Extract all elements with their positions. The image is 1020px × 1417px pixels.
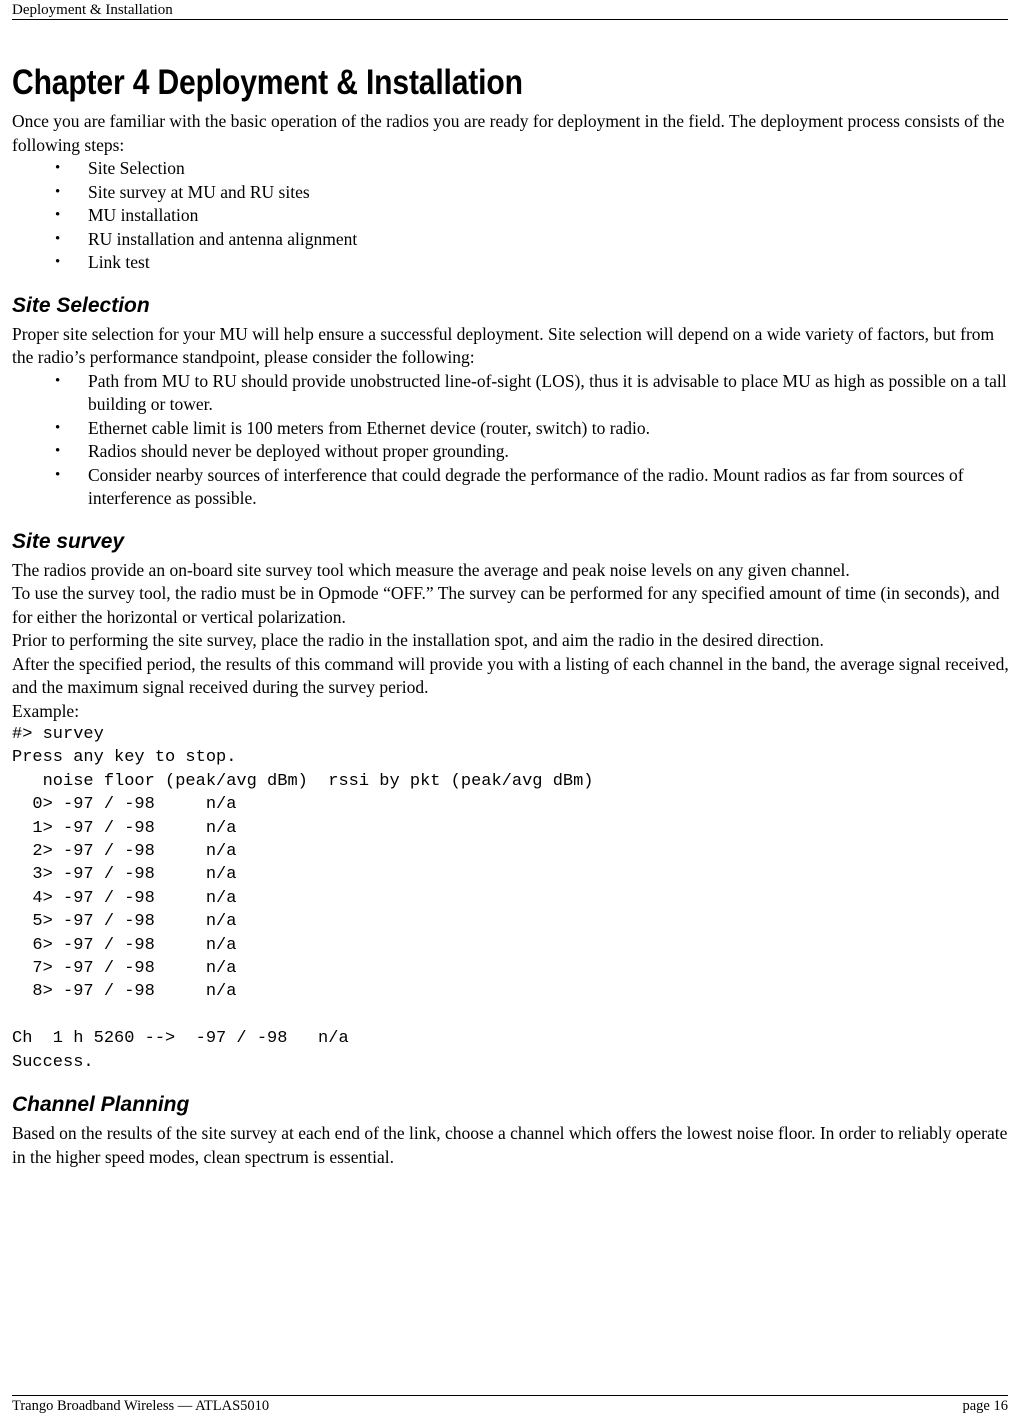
section-heading-channel-planning: Channel Planning [12,1093,190,1117]
list-item-label: MU installation [88,205,199,225]
list-item: • Ethernet cable limit is 100 meters fro… [12,417,1010,441]
footer-company-product: Trango Broadband Wireless — ATLAS5010 [12,1398,270,1414]
list-item: • Site survey at MU and RU sites [12,181,1010,205]
site-survey-paragraph-2: To use the survey tool, the radio must b… [12,583,1000,627]
list-item-label: Radios should never be deployed without … [88,441,509,461]
list-item-label: Link test [88,252,150,272]
site-selection-intro-paragraph: Proper site selection for your MU will h… [12,323,995,368]
header-divider-rule [12,19,1008,20]
deployment-steps-list: • Site Selection • Site survey at MU and… [12,157,1010,275]
bullet-icon: • [55,207,61,223]
list-item-label: RU installation and antenna alignment [88,228,358,249]
section-heading-site-survey: Site survey [12,529,125,553]
list-item: • Radios should never be deployed withou… [12,440,1010,464]
list-item: • RU installation and antenna alignment [12,228,1010,252]
list-item-label: Path from MU to RU should provide unobst… [88,370,1007,415]
bullet-icon: • [55,419,61,436]
list-item: • Link test [12,251,1010,275]
footer-divider-rule [12,1395,1008,1396]
site-survey-paragraph-4: After the specified period, the results … [12,653,1009,698]
bullet-icon: • [55,372,61,389]
page-title: Chapter 4 Deployment & Installation [12,63,523,102]
document-page: Deployment & Installation Chapter 4 Depl… [0,0,1020,1417]
site-survey-paragraph-1: The radios provide an on-board site surv… [12,559,850,580]
list-item: • Consider nearby sources of interferenc… [12,464,1010,511]
bullet-icon: • [55,230,61,247]
bullet-icon: • [55,443,61,459]
page-content: Chapter 4 Deployment & Installation Once… [12,62,1010,1169]
bullet-icon: • [55,183,61,200]
chapter-intro-paragraph: Once you are familiar with the basic ope… [12,111,1005,155]
bullet-icon: • [55,254,61,270]
survey-terminal-output: #> survey Press any key to stop. noise f… [12,725,594,1072]
running-header: Deployment & Installation [12,2,173,18]
bullet-icon: • [55,160,61,176]
footer-page-number: page 16 [962,1398,1009,1414]
bullet-icon: • [55,466,61,483]
site-survey-paragraph-3: Prior to performing the site survey, pla… [12,630,824,650]
list-item: • MU installation [12,204,1010,228]
channel-planning-paragraph: Based on the results of the site survey … [12,1123,1008,1167]
list-item-label: Consider nearby sources of interference … [88,464,964,509]
list-item-label: Site survey at MU and RU sites [88,181,310,202]
site-selection-bullet-list: • Path from MU to RU should provide unob… [12,370,1010,511]
list-item: • Site Selection [12,157,1010,181]
list-item: • Path from MU to RU should provide unob… [12,370,1010,417]
example-label: Example: [12,700,80,721]
list-item-label: Ethernet cable limit is 100 meters from … [88,417,651,438]
section-heading-site-selection: Site Selection [12,293,150,317]
list-item-label: Site Selection [88,158,185,178]
running-footer: Trango Broadband Wireless — ATLAS5010 pa… [12,1398,1008,1415]
